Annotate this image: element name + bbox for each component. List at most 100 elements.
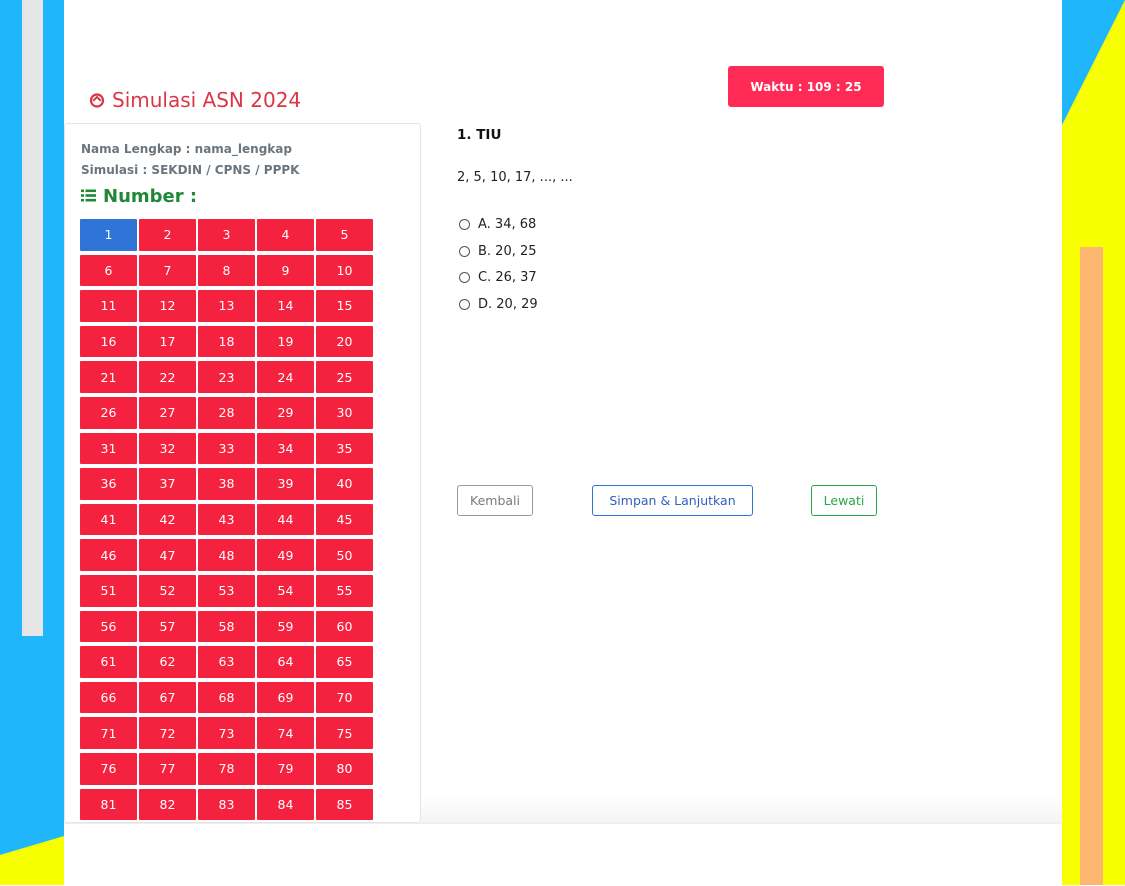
question-number-62[interactable]: 62	[139, 646, 196, 678]
brand-link[interactable]: Simulasi ASN 2024	[89, 88, 301, 112]
question-number-60[interactable]: 60	[316, 610, 373, 643]
question-number-78[interactable]: 78	[198, 752, 255, 785]
question-number-83[interactable]: 83	[198, 788, 255, 821]
question-number-84[interactable]: 84	[257, 788, 314, 821]
question-number-68[interactable]: 68	[198, 681, 255, 714]
option-c[interactable]: C. 26, 37	[459, 264, 538, 291]
question-number-49[interactable]: 49	[257, 539, 314, 571]
back-button[interactable]: Kembali	[457, 485, 533, 516]
question-number-46[interactable]: 46	[80, 539, 137, 571]
question-number-44[interactable]: 44	[257, 503, 314, 536]
question-number-25[interactable]: 25	[316, 361, 373, 393]
timer-badge: Waktu : 109 : 25	[728, 66, 884, 107]
question-number-29[interactable]: 29	[257, 396, 314, 429]
question-number-3[interactable]: 3	[198, 219, 255, 251]
option-a[interactable]: A. 34, 68	[459, 211, 538, 238]
question-number-4[interactable]: 4	[257, 219, 314, 251]
question-number-8[interactable]: 8	[198, 254, 255, 287]
question-number-28[interactable]: 28	[198, 396, 255, 429]
question-number-85[interactable]: 85	[316, 788, 373, 821]
question-number-57[interactable]: 57	[139, 610, 196, 643]
question-number-33[interactable]: 33	[198, 432, 255, 465]
question-number-10[interactable]: 10	[316, 254, 373, 287]
question-number-51[interactable]: 51	[80, 574, 137, 607]
question-number-47[interactable]: 47	[139, 539, 196, 571]
question-number-56[interactable]: 56	[80, 610, 137, 643]
question-number-32[interactable]: 32	[139, 432, 196, 465]
question-number-48[interactable]: 48	[198, 539, 255, 571]
question-number-24[interactable]: 24	[257, 361, 314, 393]
save-next-button[interactable]: Simpan & Lanjutkan	[592, 485, 753, 516]
question-number-66[interactable]: 66	[80, 681, 137, 714]
question-number-61[interactable]: 61	[80, 646, 137, 678]
question-number-1[interactable]: 1	[80, 219, 137, 251]
question-number-13[interactable]: 13	[198, 290, 255, 322]
question-number-53[interactable]: 53	[198, 574, 255, 607]
question-number-20[interactable]: 20	[316, 325, 373, 358]
home-icon	[89, 92, 105, 108]
question-number-55[interactable]: 55	[316, 574, 373, 607]
question-number-18[interactable]: 18	[198, 325, 255, 358]
question-number-9[interactable]: 9	[257, 254, 314, 287]
question-number-58[interactable]: 58	[198, 610, 255, 643]
question-number-23[interactable]: 23	[198, 361, 255, 393]
radio-d[interactable]	[459, 298, 470, 310]
question-number-38[interactable]: 38	[198, 468, 255, 500]
question-number-75[interactable]: 75	[316, 717, 373, 749]
option-b[interactable]: B. 20, 25	[459, 238, 538, 265]
question-number-12[interactable]: 12	[139, 290, 196, 322]
skip-button[interactable]: Lewati	[811, 485, 877, 516]
question-number-35[interactable]: 35	[316, 432, 373, 465]
question-number-21[interactable]: 21	[80, 361, 137, 393]
question-number-43[interactable]: 43	[198, 503, 255, 536]
question-number-50[interactable]: 50	[316, 539, 373, 571]
question-number-63[interactable]: 63	[198, 646, 255, 678]
radio-a[interactable]	[459, 218, 470, 230]
radio-c[interactable]	[459, 272, 470, 284]
question-number-17[interactable]: 17	[139, 325, 196, 358]
question-number-41[interactable]: 41	[80, 503, 137, 536]
question-number-36[interactable]: 36	[80, 468, 137, 500]
question-number-14[interactable]: 14	[257, 290, 314, 322]
question-number-39[interactable]: 39	[257, 468, 314, 500]
question-number-45[interactable]: 45	[316, 503, 373, 536]
question-number-6[interactable]: 6	[80, 254, 137, 287]
radio-b[interactable]	[459, 245, 470, 257]
question-number-7[interactable]: 7	[139, 254, 196, 287]
question-number-79[interactable]: 79	[257, 752, 314, 785]
question-number-2[interactable]: 2	[139, 219, 196, 251]
question-number-19[interactable]: 19	[257, 325, 314, 358]
question-number-73[interactable]: 73	[198, 717, 255, 749]
question-number-65[interactable]: 65	[316, 646, 373, 678]
question-number-31[interactable]: 31	[80, 432, 137, 465]
question-number-37[interactable]: 37	[139, 468, 196, 500]
question-number-82[interactable]: 82	[139, 788, 196, 821]
question-number-16[interactable]: 16	[80, 325, 137, 358]
question-number-77[interactable]: 77	[139, 752, 196, 785]
question-number-5[interactable]: 5	[316, 219, 373, 251]
question-number-22[interactable]: 22	[139, 361, 196, 393]
question-number-70[interactable]: 70	[316, 681, 373, 714]
question-number-40[interactable]: 40	[316, 468, 373, 500]
question-number-30[interactable]: 30	[316, 396, 373, 429]
question-number-76[interactable]: 76	[80, 752, 137, 785]
option-d[interactable]: D. 20, 29	[459, 291, 538, 318]
question-number-80[interactable]: 80	[316, 752, 373, 785]
question-number-54[interactable]: 54	[257, 574, 314, 607]
question-number-42[interactable]: 42	[139, 503, 196, 536]
question-number-71[interactable]: 71	[80, 717, 137, 749]
question-number-59[interactable]: 59	[257, 610, 314, 643]
question-number-34[interactable]: 34	[257, 432, 314, 465]
question-number-11[interactable]: 11	[80, 290, 137, 322]
question-number-26[interactable]: 26	[80, 396, 137, 429]
question-number-52[interactable]: 52	[139, 574, 196, 607]
question-number-81[interactable]: 81	[80, 788, 137, 821]
question-number-72[interactable]: 72	[139, 717, 196, 749]
option-c-label: C. 26, 37	[478, 270, 537, 286]
question-number-27[interactable]: 27	[139, 396, 196, 429]
question-number-74[interactable]: 74	[257, 717, 314, 749]
question-number-69[interactable]: 69	[257, 681, 314, 714]
question-number-15[interactable]: 15	[316, 290, 373, 322]
question-number-64[interactable]: 64	[257, 646, 314, 678]
question-number-67[interactable]: 67	[139, 681, 196, 714]
